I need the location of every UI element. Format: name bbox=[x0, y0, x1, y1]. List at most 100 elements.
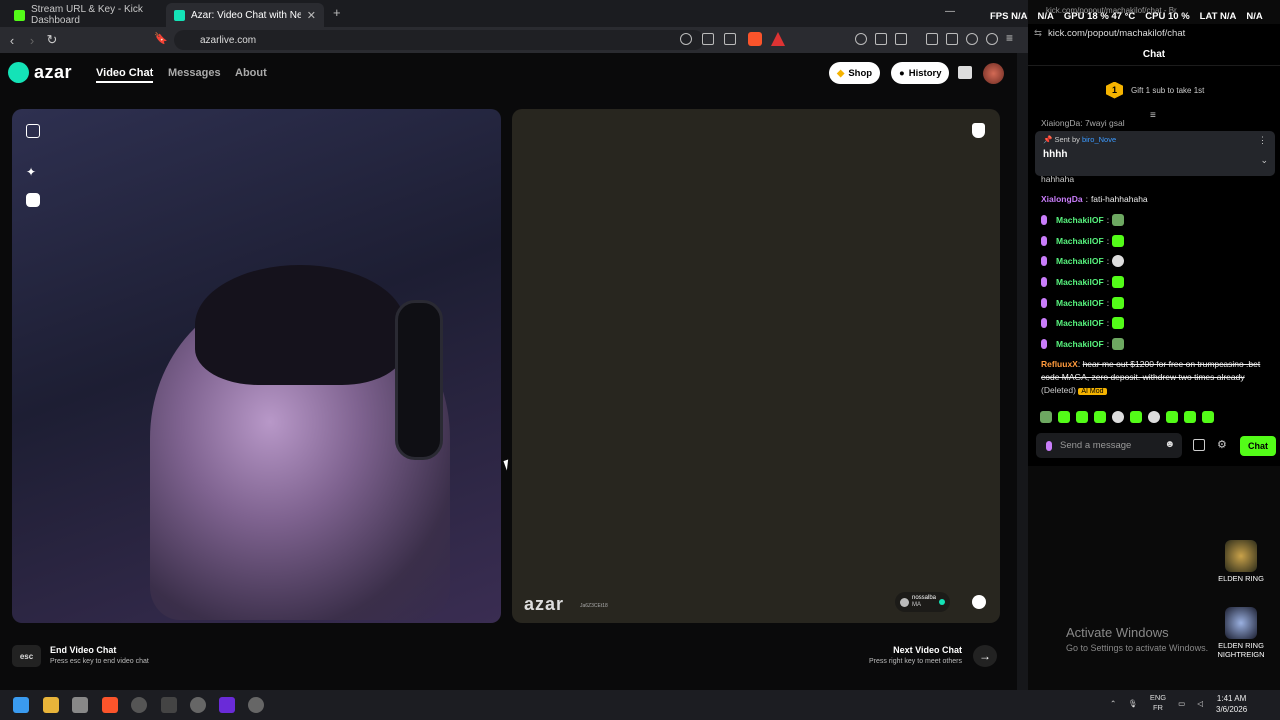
minimize-button[interactable]: — bbox=[945, 6, 955, 17]
azar-logo[interactable]: azar bbox=[8, 62, 72, 83]
desktop-shortcut-nightreign[interactable] bbox=[1225, 607, 1257, 639]
sidebar-icon[interactable] bbox=[926, 33, 938, 45]
app-icon[interactable] bbox=[190, 697, 206, 713]
nav-video-chat[interactable]: Video Chat bbox=[96, 67, 154, 83]
nav-about[interactable]: About bbox=[235, 67, 267, 79]
brave-shield-icon[interactable] bbox=[748, 32, 762, 46]
quick-emote-icon[interactable] bbox=[1130, 411, 1142, 423]
quick-emote-icon[interactable] bbox=[1040, 411, 1052, 423]
close-tab-icon[interactable]: ✕ bbox=[307, 9, 316, 22]
chat-username[interactable]: XialongDa bbox=[1041, 194, 1083, 204]
search-icon[interactable] bbox=[680, 33, 692, 45]
mic-icon[interactable] bbox=[1046, 440, 1052, 451]
chat-input-placeholder: Send a message bbox=[1060, 440, 1132, 451]
playlist-icon[interactable] bbox=[895, 33, 907, 45]
chat-message: MachakilOF: bbox=[1041, 235, 1125, 247]
history-button[interactable]: ● History bbox=[891, 62, 950, 84]
microphone-icon[interactable]: 🎙 bbox=[1128, 699, 1138, 708]
profile-avatar[interactable] bbox=[983, 63, 1004, 84]
report-shield-icon[interactable] bbox=[972, 123, 985, 138]
end-video-chat-title[interactable]: End Video Chat bbox=[50, 645, 116, 655]
brave-browser-icon[interactable] bbox=[102, 697, 118, 713]
settings-gear-icon[interactable]: ⚙ bbox=[1217, 438, 1227, 451]
more-options-icon[interactable]: ⋮ bbox=[1258, 135, 1267, 146]
network-icon[interactable]: ▭ bbox=[1178, 699, 1185, 708]
partner-info[interactable]: nossalba MA bbox=[895, 592, 951, 612]
chat-username[interactable]: MachakilOF bbox=[1056, 215, 1104, 225]
leo-icon[interactable] bbox=[966, 33, 978, 45]
chat-username[interactable]: MachakilOF bbox=[1056, 339, 1104, 349]
gift-sub-text: Gift 1 sub to take 1st bbox=[1131, 85, 1205, 95]
expand-pinned-icon[interactable]: ⌄ bbox=[1260, 155, 1268, 166]
language-indicator[interactable]: ENG FR bbox=[1150, 693, 1166, 713]
filter-icon[interactable]: ≡ bbox=[1150, 110, 1156, 121]
system-clock[interactable]: 1:41 AM 3/6/2026 bbox=[1216, 693, 1247, 715]
new-tab-button[interactable]: + bbox=[333, 5, 341, 20]
chat-username[interactable]: MachakilOF bbox=[1056, 318, 1104, 328]
store-icon[interactable] bbox=[1193, 439, 1205, 451]
chat-username[interactable]: MachakilOF bbox=[1056, 256, 1104, 266]
pinned-text: hhhh bbox=[1043, 149, 1068, 160]
extensions-icon[interactable] bbox=[875, 33, 887, 45]
magic-wand-icon[interactable]: ✦ bbox=[26, 165, 36, 179]
quick-emote-icon[interactable] bbox=[1202, 411, 1214, 423]
menu-icon[interactable]: ≡ bbox=[1006, 31, 1013, 45]
quick-emote-icon[interactable] bbox=[1094, 411, 1106, 423]
scrollbar[interactable] bbox=[1017, 53, 1028, 690]
share-icon[interactable] bbox=[724, 33, 736, 45]
cast-icon[interactable] bbox=[702, 33, 714, 45]
chat-bubble-icon[interactable] bbox=[972, 595, 986, 609]
desktop-shortcut-elden-ring[interactable] bbox=[1225, 540, 1257, 572]
next-video-chat-title[interactable]: Next Video Chat bbox=[862, 645, 962, 655]
partial-message: hahhaha bbox=[1041, 174, 1075, 184]
deleted-label: (Deleted) bbox=[1041, 385, 1076, 395]
tray-overflow-icon[interactable]: ⌃ bbox=[1110, 699, 1116, 708]
volume-icon[interactable]: ◁ bbox=[1197, 699, 1203, 708]
pinned-message[interactable]: 📌 Sent by biro_Nove hhhh ⋮ ⌄ bbox=[1035, 131, 1275, 176]
file-explorer-icon[interactable] bbox=[43, 697, 59, 713]
azar-favicon-icon bbox=[174, 9, 185, 21]
chat-message: MachakilOF: bbox=[1041, 297, 1125, 309]
tab-kick-dashboard[interactable]: Stream URL & Key - Kick Dashboard bbox=[6, 3, 164, 27]
quick-emote-icon[interactable] bbox=[1076, 411, 1088, 423]
gift-box-icon[interactable] bbox=[958, 66, 972, 79]
quick-emote-icon[interactable] bbox=[1166, 411, 1178, 423]
next-app-icon[interactable] bbox=[219, 697, 235, 713]
chat-url-bar[interactable]: ⇆ kick.com/popout/machakilof/chat bbox=[1034, 24, 1280, 42]
quick-emote-icon[interactable] bbox=[1058, 411, 1070, 423]
chat-message: MachakilOF: bbox=[1041, 276, 1125, 288]
steam-icon[interactable] bbox=[131, 697, 147, 713]
chat-username[interactable]: RefluuxX bbox=[1041, 359, 1078, 369]
back-button[interactable]: ‹ bbox=[2, 33, 22, 48]
chat-message-input[interactable]: Send a message ☻ bbox=[1036, 433, 1182, 458]
store-app-icon[interactable] bbox=[72, 697, 88, 713]
chat-username[interactable]: MachakilOF bbox=[1056, 298, 1104, 308]
shop-button[interactable]: ◆ Shop bbox=[829, 62, 881, 84]
emoji-picker-icon[interactable]: ☻ bbox=[1164, 439, 1175, 450]
quick-emote-icon[interactable] bbox=[1148, 411, 1160, 423]
quick-emote-icon[interactable] bbox=[1112, 411, 1124, 423]
language-code: ENG bbox=[1149, 693, 1167, 702]
tab-azar[interactable]: Azar: Video Chat with New Pe ✕ bbox=[166, 3, 324, 27]
obs-icon[interactable] bbox=[161, 697, 177, 713]
app-icon-2[interactable] bbox=[248, 697, 264, 713]
chat-username[interactable]: MachakilOF bbox=[1056, 236, 1104, 246]
face-filter-icon[interactable] bbox=[26, 193, 40, 207]
bookmark-icon[interactable]: 🔖 bbox=[154, 32, 168, 45]
url-field[interactable]: azarlive.com bbox=[174, 30, 704, 50]
esc-key-badge[interactable]: esc bbox=[12, 645, 41, 667]
gift-sub-banner[interactable]: 1 Gift 1 sub to take 1st bbox=[1028, 75, 1280, 105]
windows-start-icon[interactable] bbox=[13, 697, 29, 713]
next-arrow-button[interactable]: → bbox=[973, 645, 997, 667]
brave-vpn-icon[interactable] bbox=[986, 33, 998, 45]
send-chat-button[interactable]: Chat bbox=[1240, 436, 1276, 456]
chat-username[interactable]: MachakilOF bbox=[1056, 277, 1104, 287]
wallet-icon[interactable] bbox=[946, 33, 958, 45]
forward-button[interactable]: › bbox=[22, 33, 42, 48]
expand-icon[interactable] bbox=[26, 124, 40, 138]
nav-messages[interactable]: Messages bbox=[168, 67, 221, 79]
reload-button[interactable]: ↻ bbox=[42, 32, 62, 48]
vpn-icon[interactable] bbox=[855, 33, 867, 45]
hud-lat-label: LAT bbox=[1199, 11, 1218, 22]
quick-emote-icon[interactable] bbox=[1184, 411, 1196, 423]
